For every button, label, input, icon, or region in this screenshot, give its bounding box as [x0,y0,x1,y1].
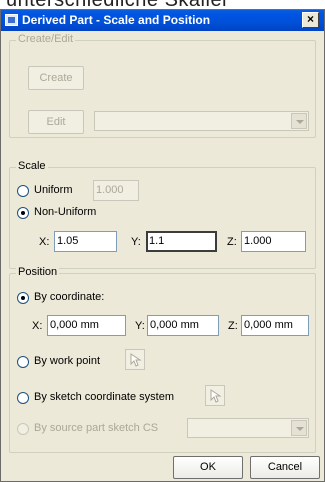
edit-select[interactable] [94,111,309,131]
title-bar[interactable]: Derived Part - Scale and Position × [1,10,324,31]
by-coordinate-label[interactable]: By coordinate: [34,291,104,303]
source-sketch-select[interactable] [187,418,309,438]
position-group-label: Position [16,266,60,278]
by-work-point-label[interactable]: By work point [34,355,100,367]
scale-z-input[interactable]: 1.000 [241,231,306,252]
by-source-sketch-label: By source part sketch CS [34,422,159,434]
scale-x-input[interactable]: 1.05 [54,231,117,252]
inventor-part-icon [5,14,18,26]
select-arrow-icon [210,389,222,403]
scale-x-label: X: [39,236,50,248]
by-sketch-cs-radio[interactable] [17,392,29,404]
dialog-window: Derived Part - Scale and Position × Crea… [0,9,325,482]
by-coordinate-radio[interactable] [17,292,29,304]
ok-button[interactable]: OK [173,456,243,479]
position-x-input[interactable]: 0,000 mm [47,315,126,336]
position-z-input[interactable]: 0,000 mm [241,315,309,336]
edit-button[interactable]: Edit [28,110,84,134]
by-source-sketch-radio[interactable] [17,423,29,435]
uniform-scale-input[interactable]: 1.000 [93,180,139,201]
chevron-down-icon[interactable] [291,420,307,436]
cancel-button[interactable]: Cancel [250,456,320,479]
position-z-label: Z: [228,320,238,332]
uniform-label[interactable]: Uniform [34,184,73,196]
by-work-point-radio[interactable] [17,356,29,368]
position-x-label: X: [32,320,43,332]
scale-z-label: Z: [227,236,237,248]
work-point-select-button[interactable] [125,349,145,370]
position-y-label: Y: [135,320,145,332]
background-text: unterschiedliche Skalier [0,0,325,9]
chevron-down-icon[interactable] [291,113,307,129]
sketch-cs-select-button[interactable] [205,385,225,406]
scale-y-label: Y: [131,236,141,248]
window-title: Derived Part - Scale and Position [22,13,211,27]
scale-y-input[interactable]: 1.1 [146,231,217,252]
non-uniform-radio[interactable] [17,207,29,219]
create-edit-group-label: Create/Edit [16,33,76,45]
uniform-radio[interactable] [17,185,29,197]
scale-group: Scale [9,160,316,269]
by-sketch-cs-label[interactable]: By sketch coordinate system [34,391,174,403]
create-button[interactable]: Create [28,66,84,90]
position-y-input[interactable]: 0,000 mm [147,315,219,336]
scale-group-label: Scale [16,160,48,172]
close-button[interactable]: × [302,12,319,28]
non-uniform-label[interactable]: Non-Uniform [34,206,96,218]
select-arrow-icon [130,353,142,367]
